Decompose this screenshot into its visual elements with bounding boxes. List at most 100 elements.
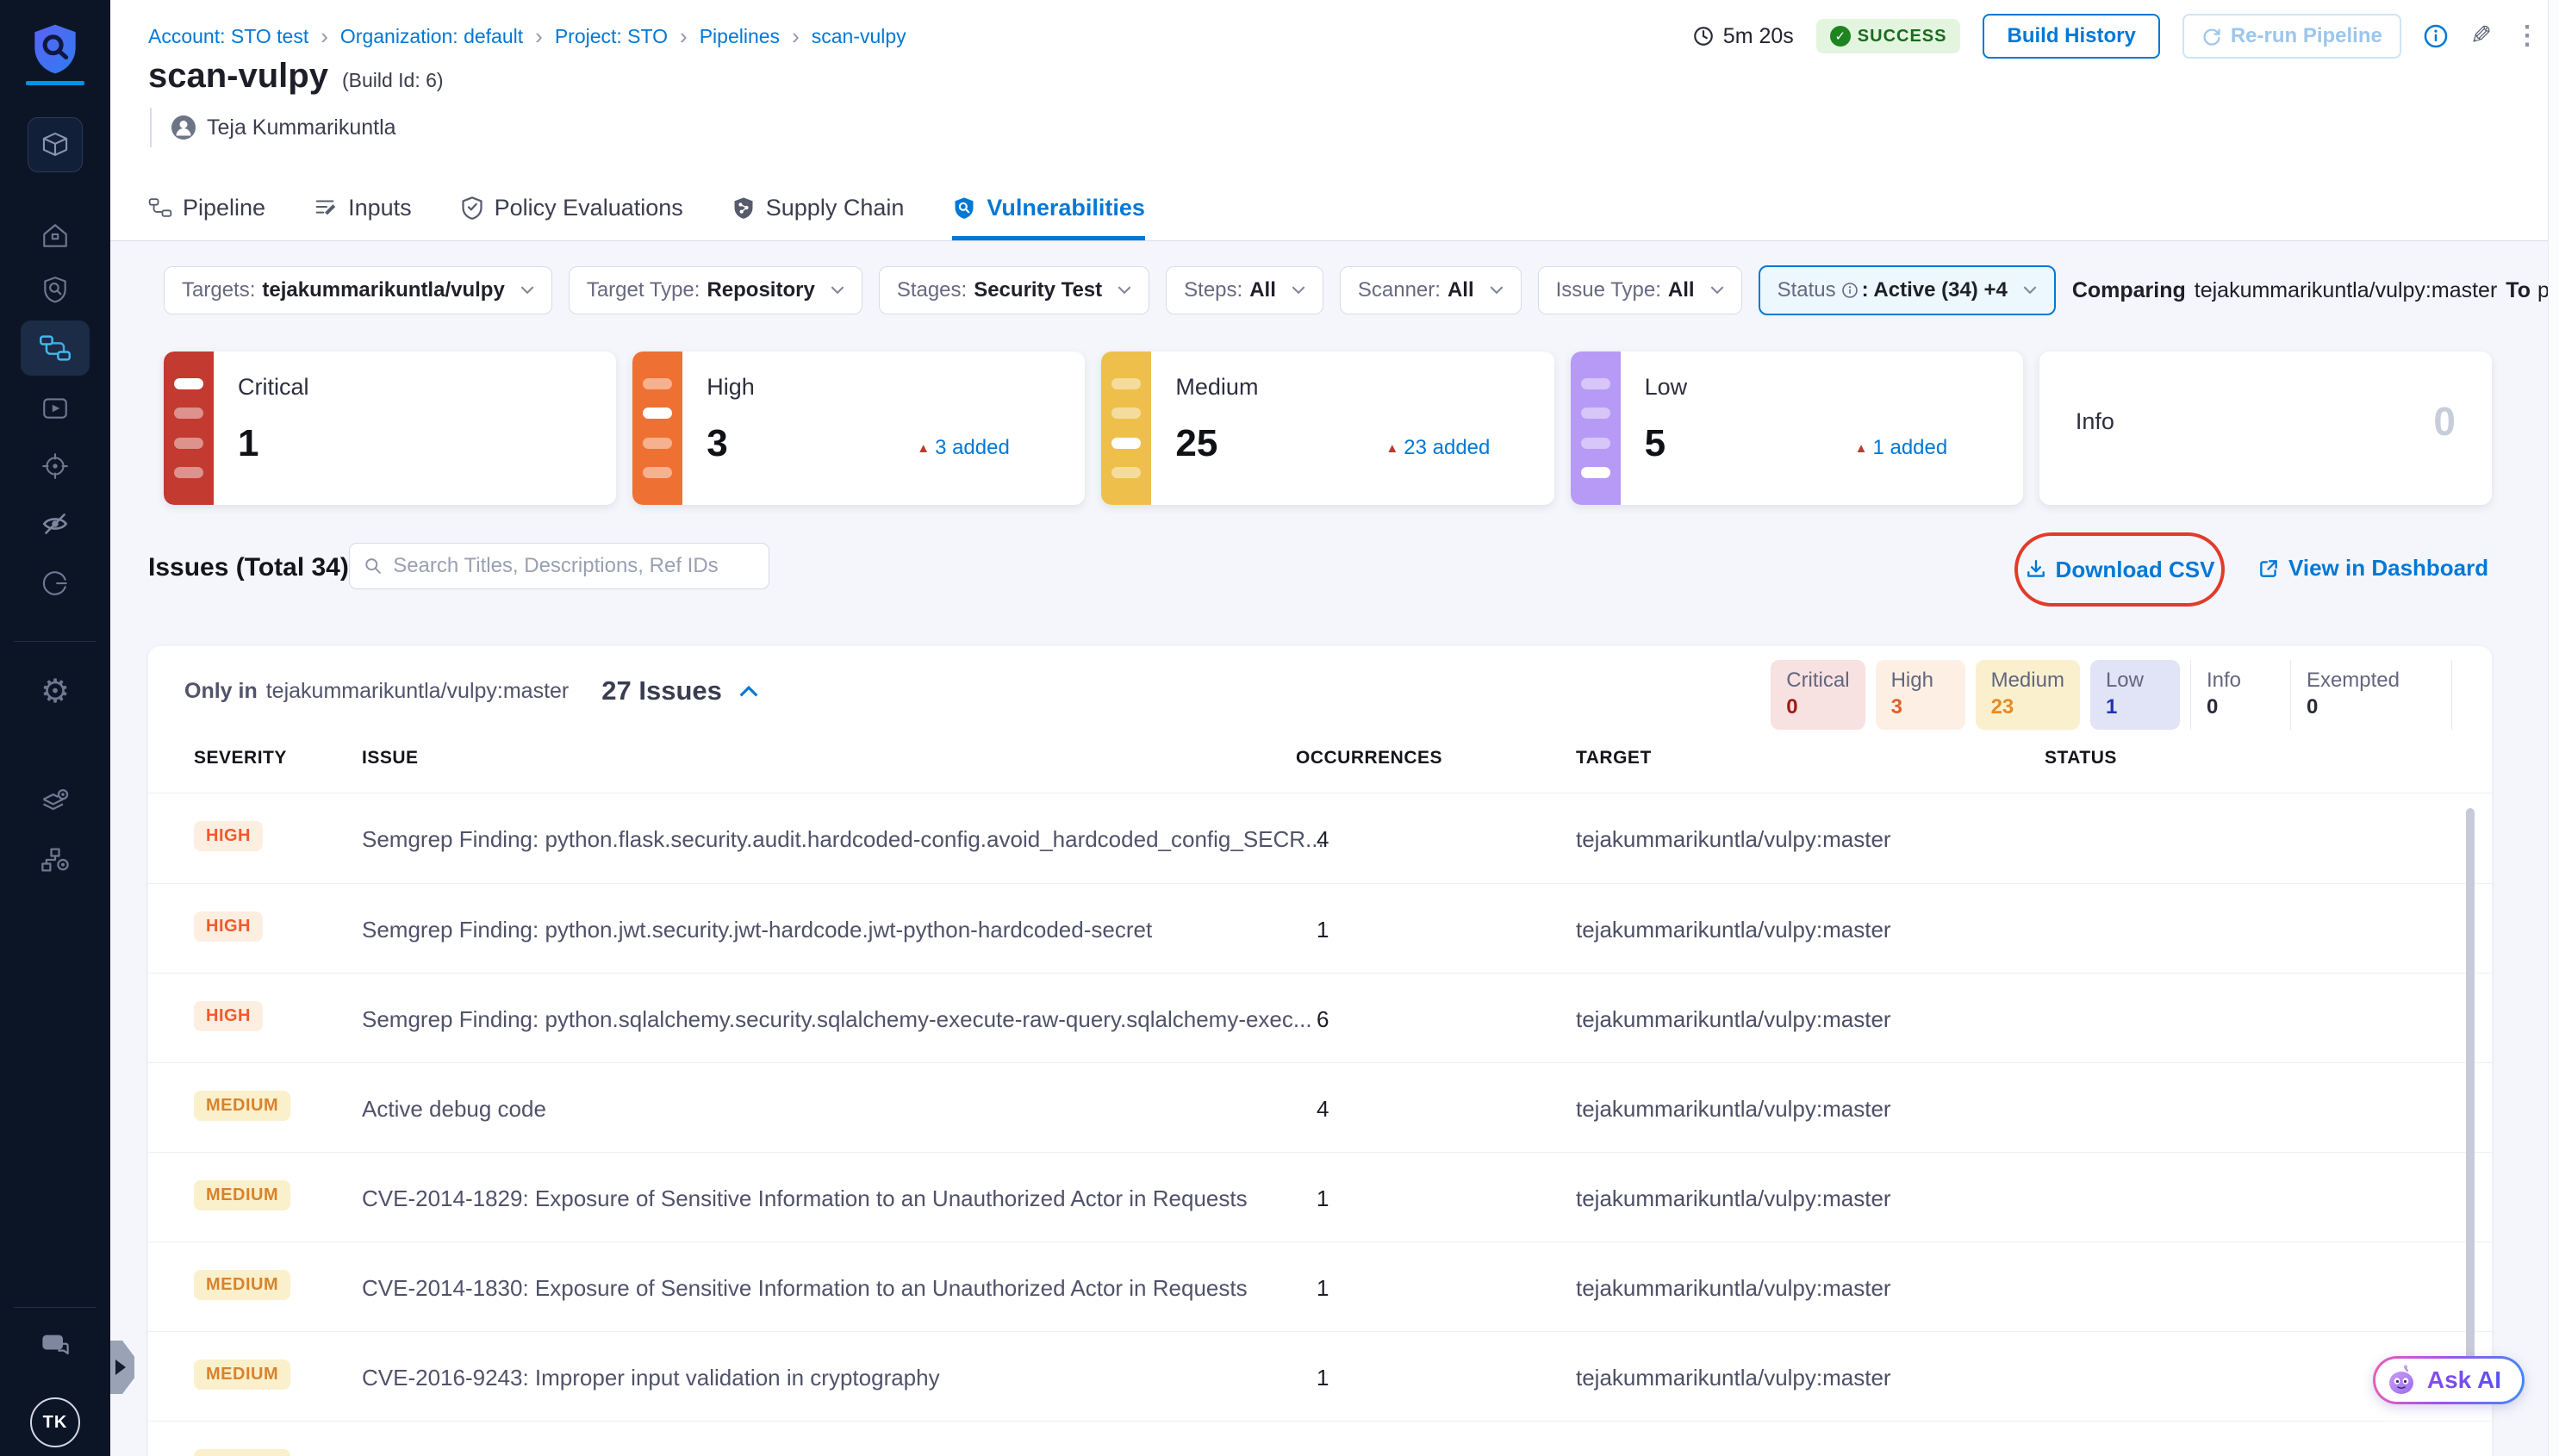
search-icon [364, 556, 383, 576]
sidebar-divider [14, 1307, 97, 1308]
table-row[interactable]: MEDIUM CVE-2016-9243: Improper input val… [148, 1331, 2492, 1421]
chip-critical[interactable]: Critical 0 [1771, 660, 1865, 730]
sidebar-item-hidden-targets[interactable] [0, 508, 110, 539]
tab-label: Inputs [348, 195, 412, 221]
tab-supply-chain[interactable]: Supply Chain [732, 179, 905, 240]
pipelines-icon [39, 333, 72, 363]
medium-card: Medium 25 ▲ 23 added [1101, 352, 1553, 505]
tab-inputs[interactable]: Inputs [314, 179, 412, 240]
table-row[interactable]: MEDIUM CVE-2014-1829: Exposure of Sensit… [148, 1152, 2492, 1241]
sto-shield-logo-icon [30, 23, 80, 75]
download-csv-button[interactable]: Download CSV [2025, 557, 2215, 583]
table-row[interactable]: HIGH Semgrep Finding: python.flask.secur… [148, 793, 2492, 883]
card-label: Info [2076, 408, 2114, 435]
occurrences-value: 1 [1317, 1185, 1329, 1212]
module-selector[interactable] [28, 117, 83, 172]
occurrences-value: 1 [1317, 1365, 1329, 1391]
page-scrollbar-track[interactable] [2548, 0, 2559, 1456]
breadcrumb-current[interactable]: scan-vulpy [812, 25, 906, 48]
issue-group-header[interactable]: Only in tejakummarikuntla/vulpy:master 2… [184, 660, 758, 706]
chip-high[interactable]: High 3 [1876, 660, 1965, 730]
sidebar-item-overview[interactable] [0, 274, 110, 305]
more-options-icon[interactable]: ⋮ [2514, 23, 2540, 49]
table-row[interactable]: HIGH Semgrep Finding: python.jwt.securit… [148, 883, 2492, 973]
filter-target-type[interactable]: Target Type: Repository [569, 266, 862, 314]
sto-shield-logo[interactable] [0, 22, 110, 76]
home-icon [40, 221, 70, 251]
filter-stages[interactable]: Stages: Security Test [879, 266, 1149, 314]
filter-steps[interactable]: Steps: All [1166, 266, 1323, 314]
added-indicator: ▲ 3 added [917, 436, 1010, 460]
col-status: STATUS [2045, 748, 2117, 768]
triangle-up-icon: ▲ [917, 441, 930, 456]
avatar-initials: TK [43, 1413, 68, 1433]
sidebar-item-targets[interactable] [0, 451, 110, 482]
table-row[interactable]: MEDIUM CVE-2017-11424: PyJWT: mishandles… [148, 1421, 2492, 1456]
view-in-dashboard-button[interactable]: View in Dashboard [2257, 555, 2488, 582]
filter-scanner[interactable]: Scanner: All [1340, 266, 1522, 314]
filter-targets[interactable]: Targets: tejakummarikuntla/vulpy [164, 266, 552, 314]
table-row[interactable]: MEDIUM Active debug code 4 tejakummariku… [148, 1062, 2492, 1152]
chip-info[interactable]: Info 0 [2190, 660, 2280, 730]
rerun-pipeline-button[interactable]: Re-run Pipeline [2182, 14, 2401, 59]
only-in-label: Only in [184, 679, 258, 704]
table-scrollbar[interactable] [2466, 808, 2475, 1384]
edit-pipeline-icon[interactable]: ✎ [2470, 23, 2492, 49]
filter-issue-type[interactable]: Issue Type: All [1538, 266, 1742, 314]
build-history-button[interactable]: Build History [1983, 14, 2159, 59]
scan-shield-icon [40, 275, 70, 304]
author-name: Teja Kummarikuntla [207, 115, 396, 140]
card-label: Medium [1175, 374, 1258, 401]
table-row[interactable]: MEDIUM CVE-2014-1830: Exposure of Sensit… [148, 1241, 2492, 1331]
filter-status[interactable]: Status : Active (34) +4 [1759, 265, 2056, 315]
chip-exempted[interactable]: Exempted 0 [2290, 660, 2452, 730]
user-avatar[interactable]: TK [30, 1397, 80, 1447]
sidebar-item-project-settings[interactable]: ⚙ [0, 675, 110, 709]
tab-vulnerabilities[interactable]: Vulnerabilities [952, 179, 1145, 240]
critical-stripe [164, 352, 214, 505]
card-count: 5 [1645, 422, 1666, 465]
rerun-icon [2201, 26, 2222, 47]
sidebar-item-pipelines-active[interactable] [21, 320, 90, 376]
svg-text:?: ? [49, 1336, 56, 1349]
table-row[interactable]: HIGH Semgrep Finding: python.sqlalchemy.… [148, 973, 2492, 1062]
breadcrumb-account[interactable]: Account: STO test [148, 25, 308, 48]
sidebar-item-org-settings[interactable] [0, 843, 110, 877]
info-icon[interactable] [2424, 24, 2448, 48]
sidebar-item-get-started[interactable] [0, 568, 110, 599]
target-value: tejakummarikuntla/vulpy:master [1576, 1006, 1891, 1033]
breadcrumb-org[interactable]: Organization: default [340, 25, 523, 48]
sidebar-item-home[interactable] [0, 221, 110, 252]
target-value: tejakummarikuntla/vulpy:master [1576, 826, 1891, 853]
tab-pipeline[interactable]: Pipeline [148, 179, 265, 240]
gauge-icon [40, 569, 70, 598]
clock-icon [1692, 25, 1715, 47]
chevron-up-icon[interactable] [739, 685, 758, 697]
card-count: 0 [2433, 398, 2456, 445]
search-input[interactable] [393, 554, 755, 578]
issues-total-title: Issues (Total 34) [148, 553, 349, 582]
sidebar-item-default-settings[interactable] [0, 784, 110, 818]
status-badge-label: SUCCESS [1858, 27, 1947, 47]
occurrences-value: 1 [1317, 917, 1329, 943]
sidebar-item-help[interactable]: ? [0, 1328, 110, 1363]
severity-badge: MEDIUM [194, 1449, 290, 1456]
eye-off-icon [40, 509, 71, 538]
chip-low[interactable]: Low 1 [2090, 660, 2180, 730]
vulnerabilities-shield-icon [952, 196, 976, 220]
low-card: Low 5 ▲ 1 added [1571, 352, 2023, 505]
issue-title: Semgrep Finding: python.sqlalchemy.secur… [362, 1006, 1312, 1033]
tab-policy-evaluations[interactable]: Policy Evaluations [460, 179, 683, 240]
top-header: Account: STO test › Organization: defaul… [110, 0, 2559, 241]
tab-label: Policy Evaluations [495, 195, 683, 221]
chip-medium[interactable]: Medium 23 [1976, 660, 2080, 730]
high-card: High 3 ▲ 3 added [632, 352, 1085, 505]
card-count: 3 [707, 422, 727, 465]
breadcrumb-project[interactable]: Project: STO [555, 25, 668, 48]
issues-search[interactable] [349, 543, 769, 589]
breadcrumb-pipelines[interactable]: Pipelines [700, 25, 780, 48]
ask-ai-button[interactable]: Ask AI [2373, 1356, 2525, 1404]
occurrences-value: 1 [1317, 1275, 1329, 1302]
build-duration: 5m 20s [1692, 24, 1794, 49]
sidebar-item-executions[interactable] [0, 393, 110, 424]
